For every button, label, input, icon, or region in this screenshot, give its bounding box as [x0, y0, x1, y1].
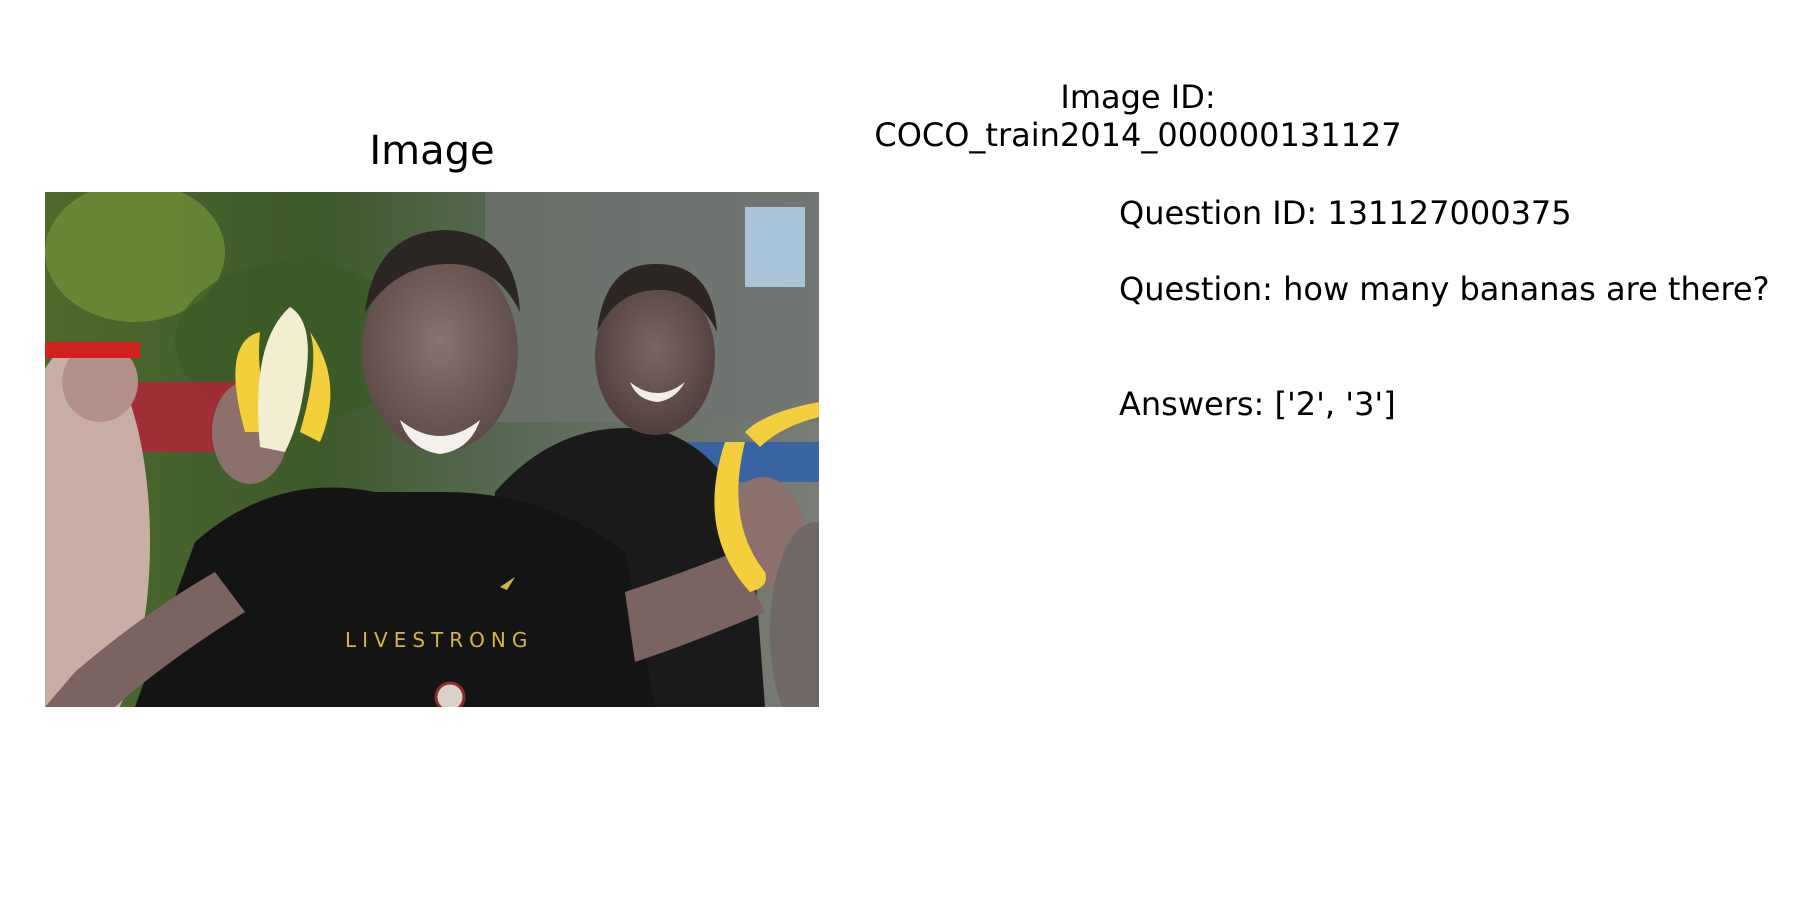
window	[745, 207, 805, 287]
question-text: Question: how many bananas are there?	[1119, 270, 1770, 308]
medal	[434, 681, 466, 707]
image-id-block: Image ID: COCO_train2014_000000131127	[863, 78, 1413, 154]
question-id: Question ID: 131127000375	[1119, 194, 1572, 232]
shirt-lettering: LIVESTRONG	[345, 628, 533, 652]
image-id-value: COCO_train2014_000000131127	[874, 116, 1402, 154]
image-id-label: Image ID:	[1060, 78, 1216, 116]
panel-title: Image	[369, 128, 495, 174]
red-headband	[45, 342, 140, 358]
photo: LIVESTRONG	[45, 192, 819, 707]
answers: Answers: ['2', '3']	[1119, 385, 1396, 423]
figure: Image LIVESTRONG Image ID: COCO_train201…	[0, 0, 1800, 900]
photo-illustration: LIVESTRONG	[45, 192, 819, 707]
